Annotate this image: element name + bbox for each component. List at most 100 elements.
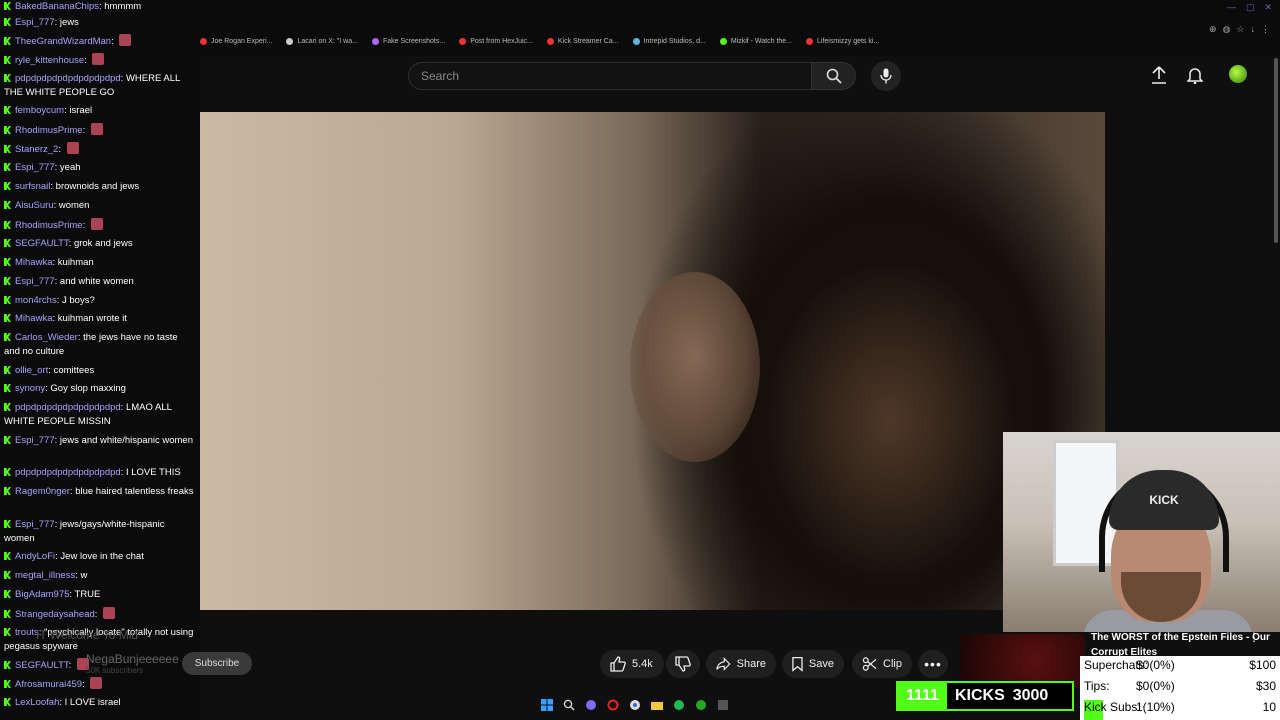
bookmark-item[interactable]: Lifeismizzy gets ki... [806, 38, 879, 45]
taskbar-misc-icon[interactable] [716, 698, 730, 712]
chat-username[interactable]: AndyLoFi [15, 551, 55, 562]
subscribe-button[interactable]: Subscribe [182, 652, 252, 675]
kick-badge-icon [4, 661, 11, 669]
chat-separator: : [82, 125, 88, 136]
upload-button[interactable] [1148, 64, 1170, 86]
chat-separator: : [111, 36, 117, 47]
chat-username[interactable]: Afrosamurai459 [15, 679, 82, 690]
chat-username[interactable]: LexLoofah [15, 697, 59, 708]
taskbar-spotify-icon[interactable] [672, 698, 686, 712]
kick-badge-icon [4, 56, 11, 64]
bookmark-item[interactable]: Lacari on X: "I wa... [286, 38, 358, 45]
taskbar-folder-icon[interactable] [650, 698, 664, 712]
chat-username[interactable]: synony [15, 383, 45, 394]
chat-username[interactable]: BigAdam975 [15, 589, 69, 600]
maximize-icon[interactable]: ▢ [1246, 2, 1255, 13]
chat-message: Mihawka: kuihman [4, 256, 194, 270]
bookmark-item[interactable]: Post from HexJuic... [459, 38, 533, 45]
window-controls[interactable]: — ▢ ✕ [1227, 2, 1272, 13]
extension-icon[interactable]: ◍ [1223, 24, 1231, 35]
notifications-button[interactable] [1184, 64, 1206, 86]
chat-username[interactable]: ollie_ort [15, 365, 48, 376]
kick-badge-icon [4, 590, 11, 598]
voice-search-button[interactable] [871, 61, 901, 91]
chat-username[interactable]: Carlos_Wieder [15, 332, 78, 343]
save-button[interactable]: Save [782, 650, 844, 678]
chat-username[interactable]: Strangedaysahead [15, 609, 95, 620]
taskbar-opera-icon[interactable] [606, 698, 620, 712]
chat-username[interactable]: pdpdpdpdpdpdpdpdpdpd [15, 402, 121, 413]
chat-username[interactable]: mon4rchs [15, 295, 57, 306]
chat-username[interactable]: surfsnail [15, 181, 50, 192]
chat-username[interactable]: Ragem0nger [15, 486, 70, 497]
chat-username[interactable]: Mihawka [15, 257, 53, 268]
chat-text: jews [59, 17, 79, 28]
menu-icon[interactable]: ⋮ [1261, 24, 1270, 35]
chat-text: blue haired talentless freaks [75, 486, 194, 497]
chat-text: J boys? [62, 295, 95, 306]
avatar[interactable] [1229, 65, 1247, 83]
chat-username[interactable]: ryle_kittenhouse [15, 55, 84, 66]
kick-badge-icon [4, 366, 11, 374]
chat-username[interactable]: RhodimusPrime [15, 220, 83, 231]
dislike-button[interactable] [666, 650, 700, 678]
download-icon[interactable]: ↓ [1251, 24, 1256, 35]
search-input[interactable]: Search [408, 62, 812, 90]
chat-username[interactable]: Espi_777 [15, 519, 55, 530]
kick-badge-icon [4, 403, 11, 411]
bookmark-bar: Joe Rogan Experi... Lacari on X: "I wa...… [200, 38, 879, 45]
close-icon[interactable]: ✕ [1264, 2, 1272, 13]
chat-username[interactable]: pdpdpdpdpdpdpdpdpdpd [15, 73, 121, 84]
chat-message: Espi_777: jews/gays/white-hispanic women [4, 518, 194, 546]
bookmark-item[interactable]: Intrepid Studios, d... [632, 38, 706, 45]
bookmark-item[interactable]: Joe Rogan Experi... [200, 38, 272, 45]
minimize-icon[interactable]: — [1227, 2, 1236, 13]
chat-username[interactable]: Espi_777 [15, 162, 55, 173]
taskbar-app-icon[interactable] [584, 698, 598, 712]
video-player[interactable] [200, 112, 1105, 610]
scissors-icon [862, 657, 877, 671]
chat-username[interactable]: SEGFAULTT [15, 238, 69, 249]
chat-text: I LOVE THIS [125, 467, 181, 478]
chat-username[interactable]: RhodimusPrime [15, 125, 83, 136]
chat-text: and white women [59, 276, 134, 287]
more-actions-button[interactable]: ••• [918, 650, 948, 678]
chat-username[interactable]: Espi_777 [15, 17, 55, 28]
thumbs-up-icon [610, 656, 626, 672]
chat-username[interactable]: Mihawka [15, 313, 53, 324]
scrollbar[interactable] [1274, 58, 1278, 243]
chat-username[interactable]: BakedBananaChips [15, 1, 99, 12]
chat-username[interactable]: AisuSuru [15, 200, 54, 211]
kick-badge-icon [4, 239, 11, 247]
kick-subs-value: 1(10%) [1136, 700, 1175, 714]
thumbs-down-icon [675, 656, 691, 672]
chat-username[interactable]: Espi_777 [15, 435, 55, 446]
chat-username[interactable]: Stanerz_2 [15, 144, 58, 155]
recommendation-thumbnail[interactable] [960, 634, 1085, 688]
more-vertical-icon[interactable]: ⋮ [1248, 630, 1260, 644]
bookmark-star-icon[interactable]: ☆ [1236, 24, 1244, 35]
chat-username[interactable]: TheeGrandWizardMan [15, 36, 111, 47]
taskbar-chrome-icon[interactable] [628, 698, 642, 712]
channel-name[interactable]: NegaBunjeeeeee [86, 652, 179, 666]
chat-username[interactable]: Espi_777 [15, 276, 55, 287]
taskbar-search-icon[interactable] [562, 698, 576, 712]
webcam-overlay: KICK [1003, 432, 1280, 632]
bookmark-item[interactable]: Mizkif - Watch the... [719, 38, 792, 45]
zoom-icon[interactable]: ⊕ [1209, 24, 1217, 35]
chat-username[interactable]: pdpdpdpdpdpdpdpdpdpd [15, 467, 121, 478]
chat-username[interactable]: SEGFAULTT [15, 660, 69, 671]
search-button[interactable] [812, 62, 856, 90]
chat-username[interactable]: megtal_illness [15, 570, 75, 581]
chat-separator: : [94, 609, 101, 620]
chat-text: hmmmm [104, 1, 142, 12]
chat-username[interactable]: femboycum [15, 105, 64, 116]
bookmark-item[interactable]: Fake Screenshots... [371, 38, 445, 45]
bookmark-item[interactable]: Kick Streamer Ca... [546, 38, 619, 45]
clip-button[interactable]: Clip [852, 650, 912, 678]
taskbar-xbox-icon[interactable] [694, 698, 708, 712]
share-button[interactable]: Share [706, 650, 776, 678]
bookmark-label: Post from HexJuic... [470, 38, 533, 45]
windows-start-icon[interactable] [540, 698, 554, 712]
like-button[interactable]: 5.4k [600, 650, 664, 678]
